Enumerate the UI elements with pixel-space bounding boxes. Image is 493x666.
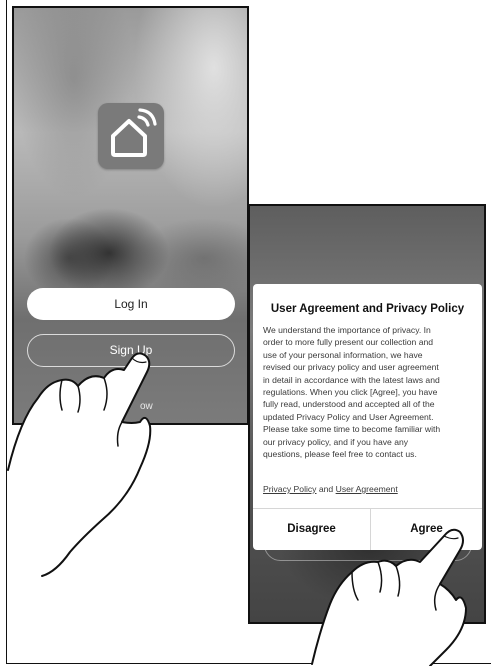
dialog-body-line: our privacy policy, and if you have any — [263, 436, 409, 447]
agree-button[interactable]: Agree — [371, 508, 482, 550]
login-button[interactable]: Log In — [27, 288, 235, 320]
links-connector: and — [318, 484, 334, 494]
user-agreement-link[interactable]: User Agreement — [336, 484, 398, 494]
try-now-link[interactable]: ow — [140, 401, 153, 412]
dialog-body-line: fully read, understood and accepted all … — [263, 399, 435, 410]
dialog-title: User Agreement and Privacy Policy — [270, 303, 465, 315]
dialog-body-line: revised our privacy policy and user agre… — [263, 362, 439, 373]
login-screen: Log In Sign Up ow — [12, 6, 249, 425]
dialog-body-line: use of your personal information, we hav… — [263, 349, 423, 360]
dialog-body: We understand the importance of privacy.… — [263, 324, 475, 460]
dialog-body-line: updated Privacy Policy and User Agreemen… — [263, 411, 434, 422]
signup-button[interactable]: Sign Up — [27, 334, 235, 367]
smart-home-icon — [98, 103, 164, 169]
dialog-body-line: We understand the importance of privacy.… — [263, 325, 431, 335]
privacy-policy-link[interactable]: Privacy Policy — [263, 484, 316, 494]
disagree-button[interactable]: Disagree — [253, 508, 370, 550]
dialog-links: Privacy Policy and User Agreement — [263, 484, 398, 494]
dialog-body-line: regulations. When you click [Agree], you… — [263, 387, 438, 398]
dialog-body-line: in detail in accordance with the latest … — [263, 374, 440, 385]
privacy-agreement-dialog: User Agreement and Privacy Policy We und… — [253, 284, 482, 550]
dialog-body-line: order to more fully present our collecti… — [263, 337, 434, 348]
dialog-body-line: questions, please feel free to contact u… — [263, 449, 417, 460]
agreement-screen: Sign Up User Agreement and Privacy Polic… — [248, 204, 486, 624]
dialog-body-line: Please take some time to become familiar… — [263, 424, 441, 435]
